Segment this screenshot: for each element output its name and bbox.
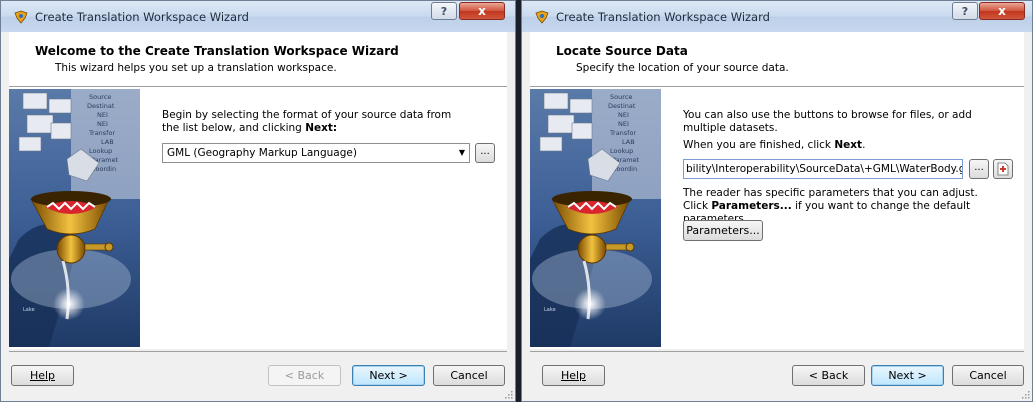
back-button-label: < Back (284, 369, 325, 382)
format-select-value: GML (Geography Markup Language) (167, 147, 357, 159)
next-button-label: Next > (369, 369, 408, 382)
chevron-down-icon[interactable]: ▼ (459, 144, 465, 162)
footer-divider (9, 351, 507, 352)
params-bold: Parameters... (711, 200, 792, 212)
page-subtitle: Specify the location of your source data… (576, 62, 789, 74)
window-title: Create Translation Workspace Wizard (35, 10, 249, 24)
next-button[interactable]: Next > (352, 365, 425, 386)
illus-label-5: LAB (101, 138, 114, 146)
title-bar[interactable]: Create Translation Workspace Wizard ? x (522, 1, 1032, 32)
cancel-button[interactable]: Cancel (433, 365, 505, 386)
resize-grip-icon[interactable] (503, 389, 513, 399)
browse-formats-button[interactable]: ... (475, 143, 495, 163)
source-dataset-field[interactable]: bility\Interoperability\SourceData\+GML\… (683, 159, 963, 179)
help-button[interactable]: Help (11, 365, 74, 386)
parameters-button[interactable]: Parameters... (683, 220, 763, 241)
illus-label-5: LAB (622, 138, 635, 146)
wizard-window-source-data: Create Translation Workspace Wizard ? x … (521, 0, 1033, 402)
wizard-illustration: Source Destinat NEI NEI Transfor LAB Loo… (530, 89, 661, 347)
illus-label-2: NEI (618, 111, 629, 119)
close-window-button[interactable]: x (459, 2, 505, 20)
fme-app-icon (14, 10, 28, 24)
illus-label-1: Destinat (87, 102, 115, 110)
page-subtitle: This wizard helps you set up a translati… (55, 62, 337, 74)
instruction-next-bold: Next: (305, 122, 338, 134)
illus-label-2: NEI (97, 111, 108, 119)
fme-app-icon (535, 10, 549, 24)
wizard-body: Source Destinat NEI NEI Transfor LAB Loo… (530, 87, 1024, 349)
back-button[interactable]: < Back (268, 365, 341, 386)
help-title-button[interactable]: ? (952, 2, 978, 20)
wizard-header: Welcome to the Create Translation Worksp… (9, 32, 507, 87)
window-title: Create Translation Workspace Wizard (556, 10, 770, 24)
cancel-button[interactable]: Cancel (952, 365, 1024, 386)
wizard-header: Locate Source Data Specify the location … (530, 32, 1024, 87)
finish-instruction: When you are finished, click Next. (683, 139, 993, 152)
illus-label-1: Destinat (608, 102, 636, 110)
title-bar[interactable]: Create Translation Workspace Wizard ? x (1, 1, 515, 32)
browse-files-button[interactable]: ... (969, 159, 989, 179)
illus-label-0: Source (89, 93, 111, 101)
wizard-window-format: Create Translation Workspace Wizard ? x … (0, 0, 516, 402)
wizard-content: Begin by selecting the format of your so… (162, 87, 507, 349)
wizard-illustration: Source Destinat NEI NEI Transfor LAB Loo… (9, 89, 140, 347)
illus-label-4: Transfor (609, 129, 636, 137)
illus-label-6: Lookup (610, 147, 633, 155)
help-button-label: Help (29, 369, 56, 382)
format-instruction: Begin by selecting the format of your so… (162, 109, 462, 135)
help-button[interactable]: Help (542, 365, 605, 386)
footer-divider (530, 351, 1024, 352)
illus-label-3: NEI (97, 120, 108, 128)
illus-label-6: Lookup (89, 147, 112, 155)
close-window-button[interactable]: x (979, 2, 1025, 20)
finish-next-bold: Next (834, 139, 863, 151)
page-title: Locate Source Data (556, 44, 688, 58)
add-file-icon (997, 162, 1009, 176)
back-button[interactable]: < Back (792, 365, 865, 386)
help-title-button[interactable]: ? (431, 2, 457, 20)
finish-suffix: . (862, 139, 866, 151)
cancel-button-label: Cancel (969, 369, 1007, 382)
wizard-body: Source Destinat NEI NEI Transfor LAB Loo… (9, 87, 507, 349)
browse-info-text: You can also use the buttons to browse f… (683, 109, 972, 134)
illus-label-3: NEI (618, 120, 629, 128)
add-dataset-button[interactable] (993, 159, 1013, 179)
illus-label-0: Source (610, 93, 632, 101)
help-button-label: Help (560, 369, 587, 382)
next-button[interactable]: Next > (871, 365, 944, 386)
resize-grip-icon[interactable] (1020, 389, 1030, 399)
finish-text: When you are finished, click (683, 139, 835, 151)
svg-text:Lake: Lake (23, 307, 35, 313)
next-button-label: Next > (888, 369, 927, 382)
page-title: Welcome to the Create Translation Worksp… (35, 44, 399, 58)
svg-text:Lake: Lake (544, 307, 556, 313)
back-button-label: < Back (808, 369, 849, 382)
illus-label-4: Transfor (88, 129, 115, 137)
wizard-content: You can also use the buttons to browse f… (683, 87, 1024, 349)
cancel-button-label: Cancel (450, 369, 488, 382)
format-select[interactable]: GML (Geography Markup Language) ▼ (162, 143, 470, 163)
